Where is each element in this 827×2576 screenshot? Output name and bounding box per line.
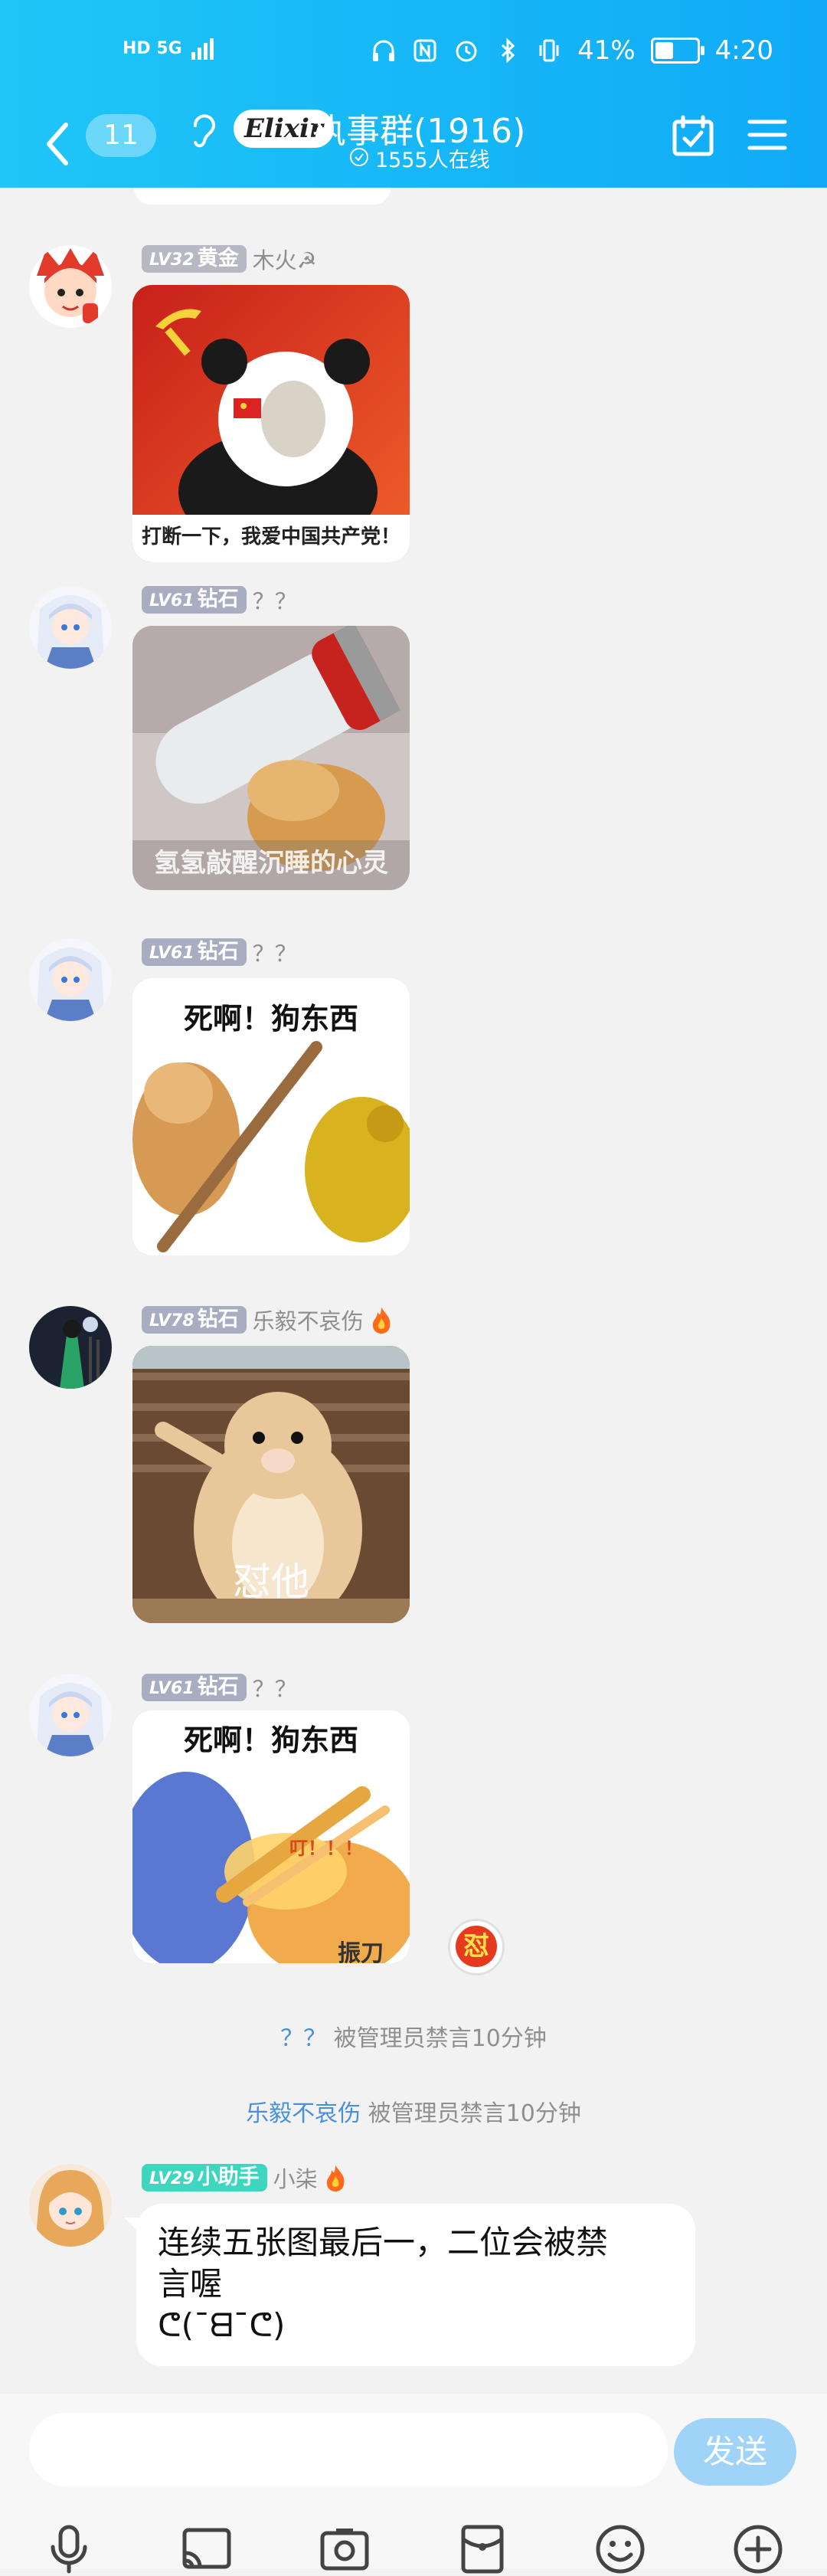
avatar[interactable] — [29, 245, 112, 328]
sticker-caption: 死啊！狗东西 — [183, 1723, 358, 1757]
message-text: ᕦ(¯ᗺ¯ᕦ) — [158, 2306, 286, 2344]
status-bar: HD 5G 41% 4:20 — [0, 0, 827, 103]
sticker-image[interactable]: 死啊！狗东西 叮！！！ 振刀 — [132, 1710, 410, 1963]
avatar[interactable] — [29, 586, 112, 669]
sticker-caption: 怼他 — [233, 1560, 309, 1604]
sender-nick[interactable]: ？？ — [253, 584, 297, 616]
sticker-caption: 打断一下，我爱中国共产党！ — [141, 525, 400, 548]
chat-nav: 11 Elixir 执事群(1916) 1555人在线 — [0, 103, 827, 188]
headphones-icon — [373, 40, 395, 61]
clock: 4:20 — [714, 35, 773, 66]
sticker-caption: 死啊！狗东西 — [183, 1002, 358, 1036]
sender-nick[interactable]: ？？ — [253, 936, 297, 968]
level-badge: LV32 黄金 — [142, 245, 247, 273]
notice-user[interactable]: ？？ — [280, 2025, 326, 2052]
menu-icon[interactable] — [747, 116, 788, 154]
calendar-check-icon[interactable] — [671, 114, 715, 159]
message-input[interactable] — [29, 2413, 668, 2486]
sticker-caption: 振刀 — [338, 1940, 384, 1963]
vibrate-icon — [539, 39, 559, 62]
battery-icon — [650, 38, 704, 64]
avatar[interactable] — [29, 2164, 112, 2247]
signal-icon — [191, 38, 214, 60]
sticker-image[interactable]: 死啊！狗东西 — [132, 978, 410, 1255]
level-badge: LV61 钻石 — [142, 586, 247, 614]
sticker-image[interactable]: 氢氢敲醒沉睡的心灵 — [132, 626, 410, 890]
send-button[interactable]: 发送 — [674, 2418, 796, 2486]
online-check-icon — [350, 148, 368, 166]
level-badge: LV29 小助手 — [142, 2164, 267, 2191]
flame-icon — [372, 1308, 391, 1334]
avatar[interactable] — [29, 1306, 112, 1389]
sticker-caption: 氢氢敲醒沉睡的心灵 — [154, 848, 388, 879]
level-badge: LV61 钻石 — [142, 1674, 247, 1701]
avatar[interactable] — [29, 938, 112, 1021]
system-notice: ？？ 被管理员禁言10分钟 — [280, 2025, 547, 2052]
alarm-icon — [456, 41, 477, 62]
system-notice: 乐毅不哀伤 被管理员禁言10分钟 — [246, 2100, 581, 2127]
online-count: 1555人在线 — [375, 149, 490, 172]
sender-nick[interactable]: 木火☭ — [253, 243, 317, 275]
level-badge: LV78 钻石 — [142, 1306, 247, 1334]
unread-count-badge[interactable]: 11 — [86, 114, 156, 157]
network-indicator: HD 5G — [123, 38, 182, 58]
bluetooth-icon — [502, 38, 515, 64]
sticker-image[interactable]: 打断一下，我爱中国共产党！ — [132, 285, 410, 562]
reaction-badge[interactable]: 怼 — [448, 1919, 505, 1975]
message-text: 言喔 — [158, 2265, 223, 2303]
message-text: 连续五张图最后一，二位会被禁 — [158, 2224, 609, 2261]
sender-nick[interactable]: 乐毅不哀伤 — [253, 1304, 364, 1336]
back-chevron-icon[interactable] — [38, 117, 78, 171]
sender-nick[interactable]: ？？ — [253, 1671, 297, 1704]
nfc-icon — [414, 39, 436, 62]
flame-icon — [326, 2165, 345, 2191]
sticker-caption: 叮！！！ — [289, 1838, 363, 1859]
sticker-image[interactable]: 怼他 — [132, 1346, 410, 1623]
previous-message-bubble — [134, 188, 391, 205]
sender-nick[interactable]: 小柒 — [273, 2162, 318, 2194]
message-bubble[interactable]: 连续五张图最后一，二位会被禁 言喔 ᕦ(¯ᗺ¯ᕦ) — [124, 2204, 695, 2366]
notice-user[interactable]: 乐毅不哀伤 — [246, 2100, 361, 2127]
ear-icon[interactable] — [188, 107, 218, 153]
input-bar: 发送 — [0, 2394, 827, 2574]
battery-percent: 41% — [577, 35, 636, 66]
level-badge: LV61 钻石 — [142, 938, 247, 966]
avatar[interactable] — [29, 1674, 112, 1756]
app-header: HD 5G 41% 4:20 11 Elixir 执事群(1916) 1555人… — [0, 0, 827, 188]
